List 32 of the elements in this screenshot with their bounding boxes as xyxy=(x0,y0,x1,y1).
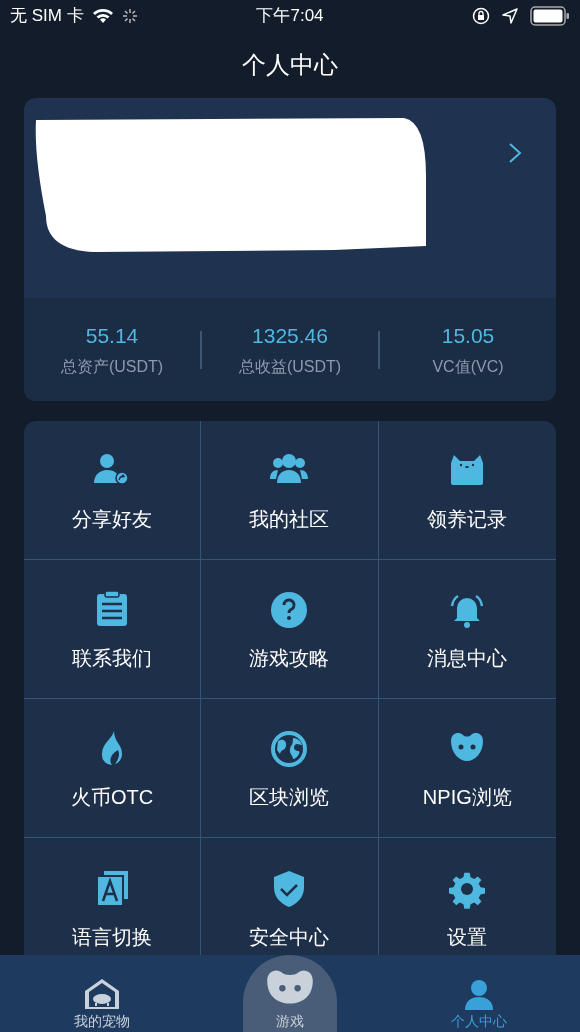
clock-text: 下午7:04 xyxy=(256,5,324,28)
help-icon xyxy=(269,590,310,630)
menu-item[interactable]: 领养记录 xyxy=(378,421,556,560)
chevron-right-icon[interactable] xyxy=(508,142,522,164)
menu-item[interactable]: 联系我们 xyxy=(24,560,202,699)
tab[interactable]: 游戏 xyxy=(243,955,337,1032)
person-icon xyxy=(462,978,495,1010)
carrier-text: 无 SIM 卡 xyxy=(10,5,84,28)
rotation-lock-icon xyxy=(472,7,490,25)
menu-item[interactable]: 分享好友 xyxy=(24,421,202,560)
stat-label: 总资产(USDT) xyxy=(60,357,164,378)
tab[interactable]: 个人中心 xyxy=(377,955,580,1032)
battery-icon xyxy=(530,6,570,26)
menu-item[interactable]: 我的社区 xyxy=(201,421,379,560)
menu-item[interactable]: NPIG浏览 xyxy=(378,699,556,838)
mascot-icon xyxy=(264,968,316,1006)
stat-value: 1325.46 xyxy=(252,322,328,349)
menu-item[interactable]: 游戏攻略 xyxy=(201,560,379,699)
stat-value: 55.14 xyxy=(85,322,139,349)
stat-label: 总收益(USDT) xyxy=(238,357,342,378)
menu-item[interactable]: 火币OTC xyxy=(24,699,202,838)
menu-item[interactable]: 消息中心 xyxy=(378,560,556,699)
menu-item[interactable]: 区块浏览 xyxy=(201,699,379,838)
wifi-icon xyxy=(91,8,114,24)
stat-label: VC值(VC) xyxy=(432,357,504,378)
globe-icon xyxy=(269,729,310,769)
tab[interactable]: 我的宠物 xyxy=(0,955,203,1032)
loading-icon xyxy=(121,8,138,24)
pet-house-icon xyxy=(83,978,120,1010)
page-title: 个人中心 xyxy=(242,50,338,80)
location-icon xyxy=(502,8,518,24)
stat-value: 15.05 xyxy=(441,322,495,349)
